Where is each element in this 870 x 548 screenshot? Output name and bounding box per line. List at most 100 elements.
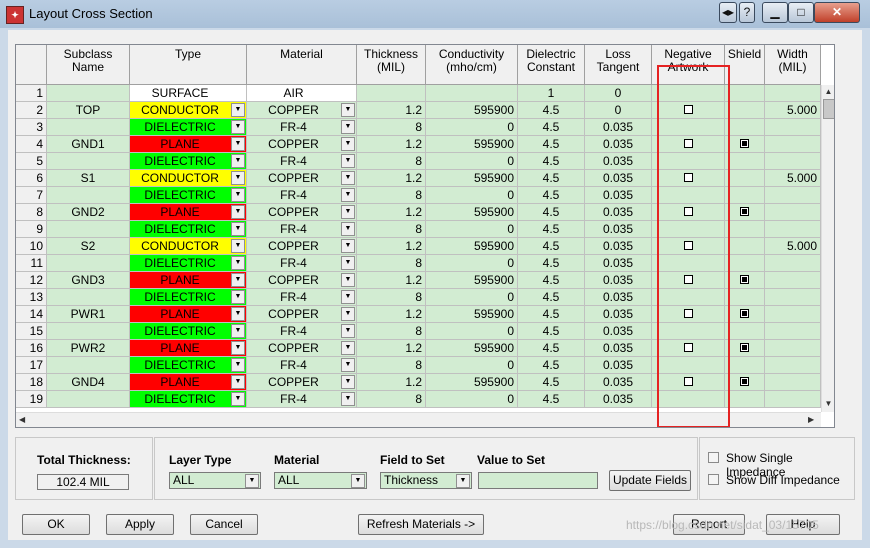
chevron-down-icon[interactable]: ▼ <box>231 154 245 168</box>
loss-tangent-cell[interactable]: 0.035 <box>585 221 652 238</box>
subclass-name-cell[interactable] <box>47 289 130 306</box>
show-diff-impedance-checkbox[interactable] <box>708 474 719 485</box>
width-cell[interactable]: 5.000 <box>765 238 821 255</box>
shield-cell[interactable] <box>725 187 765 204</box>
subclass-name-cell[interactable] <box>47 357 130 374</box>
chevron-down-icon[interactable]: ▼ <box>341 256 355 270</box>
shield-cell[interactable] <box>725 357 765 374</box>
chevron-down-icon[interactable]: ▼ <box>231 307 245 321</box>
scroll-right-icon[interactable]: ▶ <box>808 415 814 424</box>
chevron-down-icon[interactable]: ▼ <box>341 222 355 236</box>
width-cell[interactable] <box>765 391 821 408</box>
minimize-button[interactable]: ▁ <box>762 2 788 23</box>
negative-artwork-cell[interactable] <box>652 391 725 408</box>
negative-artwork-cell[interactable] <box>652 170 725 187</box>
conductivity-cell[interactable] <box>426 85 518 102</box>
width-cell[interactable] <box>765 357 821 374</box>
width-cell[interactable] <box>765 272 821 289</box>
horizontal-scrollbar[interactable]: ◀ ▶ <box>16 412 821 427</box>
chevron-down-icon[interactable]: ▼ <box>341 273 355 287</box>
subclass-name-cell[interactable] <box>47 391 130 408</box>
scroll-down-icon[interactable]: ▼ <box>824 399 833 408</box>
chevron-down-icon[interactable]: ▼ <box>341 375 355 389</box>
width-cell[interactable] <box>765 153 821 170</box>
dielectric-constant-cell[interactable]: 4.5 <box>518 374 585 391</box>
width-cell[interactable] <box>765 136 821 153</box>
chevron-down-icon[interactable]: ▼ <box>231 103 245 117</box>
subclass-name-cell[interactable]: TOP <box>47 102 130 119</box>
dielectric-constant-cell[interactable]: 4.5 <box>518 153 585 170</box>
material-cell[interactable]: COPPER ▼ <box>247 238 357 255</box>
material-cell[interactable]: COPPER ▼ <box>247 374 357 391</box>
type-cell[interactable]: DIELECTRIC ▼ <box>130 119 247 136</box>
chevron-down-icon[interactable]: ▼ <box>231 188 245 202</box>
shield-cell[interactable] <box>725 340 765 357</box>
conductivity-cell[interactable]: 0 <box>426 391 518 408</box>
negative-artwork-checkbox[interactable] <box>683 275 693 285</box>
material-cell[interactable]: FR-4 ▼ <box>247 323 357 340</box>
dielectric-constant-cell[interactable]: 4.5 <box>518 102 585 119</box>
chevron-down-icon[interactable]: ▼ <box>231 120 245 134</box>
material-cell[interactable]: COPPER ▼ <box>247 340 357 357</box>
width-cell[interactable] <box>765 119 821 136</box>
chevron-down-icon[interactable]: ▼ <box>341 205 355 219</box>
subclass-name-cell[interactable]: GND3 <box>47 272 130 289</box>
dielectric-constant-cell[interactable]: 4.5 <box>518 357 585 374</box>
negative-artwork-checkbox[interactable] <box>683 241 693 251</box>
chevron-down-icon[interactable]: ▼ <box>231 375 245 389</box>
material-select[interactable]: ALL ▼ <box>274 472 367 489</box>
vertical-scroll-thumb[interactable] <box>823 99 834 119</box>
shield-cell[interactable] <box>725 272 765 289</box>
negative-artwork-cell[interactable] <box>652 374 725 391</box>
loss-tangent-cell[interactable]: 0.035 <box>585 136 652 153</box>
type-cell[interactable]: DIELECTRIC ▼ <box>130 153 247 170</box>
chevron-down-icon[interactable]: ▼ <box>245 474 259 488</box>
conductivity-cell[interactable]: 595900 <box>426 238 518 255</box>
material-cell[interactable]: COPPER ▼ <box>247 272 357 289</box>
dielectric-constant-cell[interactable]: 4.5 <box>518 391 585 408</box>
shield-cell[interactable] <box>725 391 765 408</box>
loss-tangent-cell[interactable]: 0.035 <box>585 204 652 221</box>
apply-button[interactable]: Apply <box>106 514 174 535</box>
chevron-down-icon[interactable]: ▼ <box>341 290 355 304</box>
thickness-cell[interactable]: 8 <box>357 153 426 170</box>
shield-cell[interactable] <box>725 136 765 153</box>
type-cell[interactable]: DIELECTRIC ▼ <box>130 289 247 306</box>
subclass-name-cell[interactable] <box>47 221 130 238</box>
type-cell[interactable]: DIELECTRIC ▼ <box>130 391 247 408</box>
chevron-down-icon[interactable]: ▼ <box>341 137 355 151</box>
column-header[interactable]: Subclass Name <box>47 45 130 85</box>
conductivity-cell[interactable]: 0 <box>426 153 518 170</box>
loss-tangent-cell[interactable]: 0.035 <box>585 272 652 289</box>
dielectric-constant-cell[interactable]: 4.5 <box>518 306 585 323</box>
dielectric-constant-cell[interactable]: 4.5 <box>518 323 585 340</box>
conductivity-cell[interactable]: 595900 <box>426 170 518 187</box>
negative-artwork-checkbox[interactable] <box>683 207 693 217</box>
conductivity-cell[interactable]: 595900 <box>426 340 518 357</box>
shield-cell[interactable] <box>725 255 765 272</box>
conductivity-cell[interactable]: 0 <box>426 221 518 238</box>
negative-artwork-cell[interactable] <box>652 323 725 340</box>
width-cell[interactable] <box>765 187 821 204</box>
maximize-button[interactable]: □ <box>788 2 814 23</box>
negative-artwork-checkbox[interactable] <box>683 309 693 319</box>
column-header[interactable]: Width (MIL) <box>765 45 821 85</box>
shield-cell[interactable] <box>725 374 765 391</box>
conductivity-cell[interactable]: 0 <box>426 255 518 272</box>
loss-tangent-cell[interactable]: 0.035 <box>585 391 652 408</box>
chevron-down-icon[interactable]: ▼ <box>341 188 355 202</box>
negative-artwork-cell[interactable] <box>652 221 725 238</box>
loss-tangent-cell[interactable]: 0.035 <box>585 306 652 323</box>
subclass-name-cell[interactable] <box>47 187 130 204</box>
negative-artwork-checkbox[interactable] <box>683 343 693 353</box>
width-cell[interactable]: 5.000 <box>765 170 821 187</box>
type-cell[interactable]: PLANE ▼ <box>130 136 247 153</box>
dielectric-constant-cell[interactable]: 4.5 <box>518 170 585 187</box>
type-cell[interactable]: DIELECTRIC ▼ <box>130 221 247 238</box>
thickness-cell[interactable]: 8 <box>357 221 426 238</box>
type-cell[interactable]: PLANE ▼ <box>130 306 247 323</box>
type-cell[interactable]: PLANE ▼ <box>130 272 247 289</box>
width-cell[interactable] <box>765 221 821 238</box>
help-icon[interactable]: ? <box>739 2 755 23</box>
negative-artwork-cell[interactable] <box>652 187 725 204</box>
